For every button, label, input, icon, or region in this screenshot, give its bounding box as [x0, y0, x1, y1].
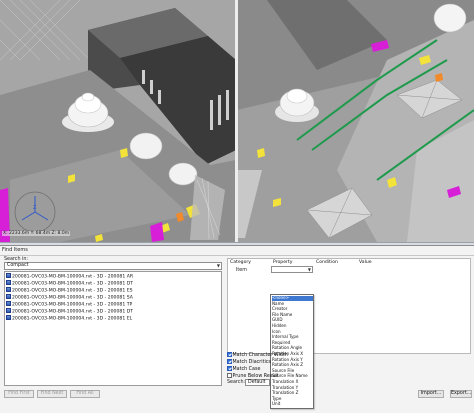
title-divider: [0, 255, 474, 256]
tree-item[interactable]: 200081-OVC03-MO-BM-100004.rvt - 3D - 200…: [6, 301, 133, 308]
checkbox-checked-icon[interactable]: [227, 359, 232, 364]
chevron-down-icon[interactable]: ▼: [308, 267, 311, 273]
column-header-category[interactable]: Category: [230, 259, 251, 266]
viewport-right[interactable]: [237, 0, 474, 242]
dropdown-option[interactable]: <none>: [272, 295, 313, 301]
search-in-select[interactable]: Compact ▼: [4, 262, 222, 270]
coordinate-readout: X: 2233.6m Y: 68.4m Z: 8.0m: [2, 231, 71, 236]
viewport-left[interactable]: Z X: 2233.6m Y: 68.4m Z: 8.0m: [0, 0, 237, 242]
match-diacritics-checkbox[interactable]: Match Diacritics: [227, 359, 271, 365]
model-file-icon: [6, 280, 11, 285]
tree-item-label: 200081-OVC03-MO-BM-100004.rvt - 3D - 200…: [12, 302, 133, 308]
model-file-icon: [6, 273, 11, 278]
search-mode-label: Search:: [227, 380, 246, 385]
export-button[interactable]: Export...: [450, 390, 472, 398]
tree-item[interactable]: 200081-OVC03-MO-BM-100004.rvt - 3D - 200…: [6, 280, 134, 287]
model-file-icon: [6, 294, 11, 299]
model-file-icon: [6, 301, 11, 306]
tree-item[interactable]: 200081-OVC03-MO-BM-100004.rvt - 3D - 200…: [6, 287, 133, 294]
checkbox-label: Match Diacritics: [232, 360, 271, 365]
tree-item-label: 200081-OVC03-MO-BM-100004.rvt - 3D - 200…: [12, 288, 133, 294]
search-mode-value: Default: [248, 380, 266, 385]
dropdown-option[interactable]: Hidden: [272, 323, 313, 329]
column-header-property[interactable]: Property: [273, 259, 292, 266]
tree-item-label: 200081-OVC03-MO-BM-100004.rvt - 3D - 200…: [12, 309, 134, 315]
checkbox-checked-icon[interactable]: [227, 352, 232, 357]
find-all-button[interactable]: Find All: [70, 390, 100, 398]
tree-item[interactable]: 200081-OVC03-MO-BM-100004.rvt - 3D - 200…: [6, 273, 134, 280]
dropdown-option[interactable]: Translation Z: [272, 391, 313, 396]
conditions-grid[interactable]: Category Property Condition Value Item ▼: [227, 258, 471, 354]
viewport-divider[interactable]: [235, 0, 238, 242]
checkbox-label: Match Case: [232, 367, 261, 372]
tree-item-label: 200081-OVC03-MO-BM-100004.rvt - 3D - 200…: [12, 274, 134, 280]
dropdown-option[interactable]: Creator: [272, 307, 313, 312]
dropdown-option[interactable]: Internal Type: [272, 335, 313, 340]
column-header-value[interactable]: Value: [359, 259, 372, 266]
tree-item[interactable]: 200081-OVC03-MO-BM-100004.rvt - 3D - 200…: [6, 315, 133, 322]
search-in-value: Compact: [7, 263, 29, 268]
tree-item-label: 200081-OVC03-MO-BM-100004.rvt - 3D - 200…: [12, 281, 134, 287]
column-header-condition[interactable]: Condition: [316, 259, 338, 266]
find-next-button[interactable]: Find Next: [37, 390, 67, 398]
chevron-down-icon[interactable]: ▼: [217, 263, 220, 269]
tree-item[interactable]: 200081-OVC03-MO-BM-100004.rvt - 3D - 200…: [6, 294, 133, 301]
model-file-icon: [6, 308, 11, 313]
find-first-button[interactable]: Find First: [4, 390, 34, 398]
checkbox-unchecked-icon[interactable]: [227, 373, 232, 378]
find-items-dialog: Find Items Search in: Compact ▼ 200081-O…: [0, 245, 474, 413]
match-character-width-checkbox[interactable]: Match Character Width: [227, 352, 288, 358]
dialog-title: Find Items: [2, 247, 28, 253]
dropdown-option[interactable]: Unit: [272, 402, 313, 407]
tree-item-label: 200081-OVC03-MO-BM-100004.rvt - 3D - 200…: [12, 295, 133, 301]
viewport-right-scene: [237, 0, 474, 242]
tree-item[interactable]: 200081-OVC03-MO-BM-100004.rvt - 3D - 200…: [6, 308, 134, 315]
dropdown-option[interactable]: Translation X: [272, 379, 313, 385]
condition-category-cell[interactable]: Item: [236, 268, 247, 273]
condition-row[interactable]: Item ▼: [228, 266, 470, 274]
match-case-checkbox[interactable]: Match Case: [227, 366, 260, 372]
tree-item-label: 200081-OVC03-MO-BM-100004.rvt - 3D - 200…: [12, 316, 133, 322]
search-mode-select[interactable]: Default: [245, 379, 270, 386]
property-select[interactable]: ▼: [271, 266, 313, 273]
checkbox-checked-icon[interactable]: [227, 366, 232, 371]
dropdown-option[interactable]: Rotation Axis Z: [272, 363, 313, 368]
import-button[interactable]: Import...: [418, 390, 444, 398]
search-in-tree[interactable]: 200081-OVC03-MO-BM-100004.rvt - 3D - 200…: [4, 271, 222, 386]
checkbox-label: Match Character Width: [232, 353, 288, 358]
model-file-icon: [6, 287, 11, 292]
compass-z-label: Z: [33, 205, 37, 211]
model-file-icon: [6, 315, 11, 320]
